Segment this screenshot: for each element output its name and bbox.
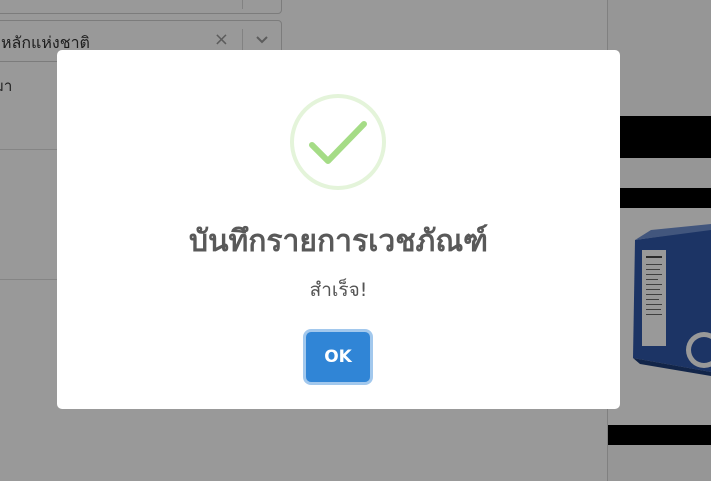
app-screen: หลักแห่งชาติ × มา xyxy=(0,0,711,481)
success-check-icon xyxy=(290,94,386,190)
success-dialog: บันทึกรายการเวชภัณฑ์ สำเร็จ! OK xyxy=(57,50,620,409)
dialog-message: สำเร็จ! xyxy=(309,279,368,301)
ok-button[interactable]: OK xyxy=(306,332,370,382)
dialog-title: บันทึกรายการเวชภัณฑ์ xyxy=(188,224,489,259)
